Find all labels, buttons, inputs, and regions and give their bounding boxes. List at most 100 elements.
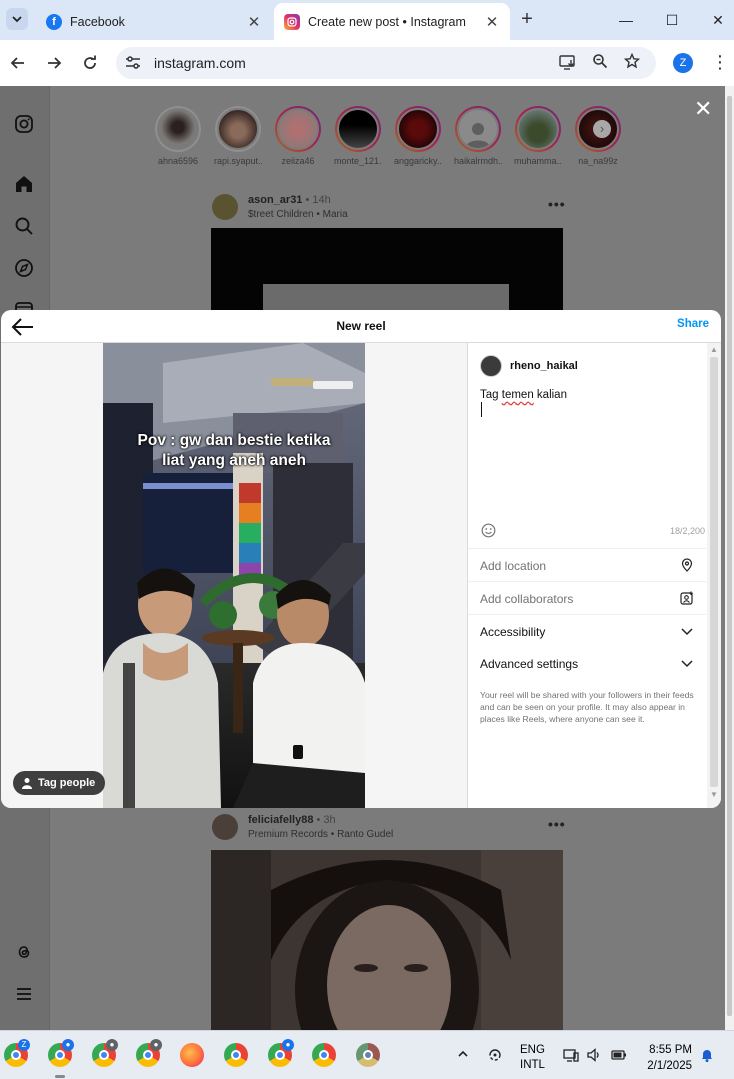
forward-button[interactable]: [42, 51, 66, 75]
close-window-button[interactable]: ✕: [706, 8, 730, 32]
story-item[interactable]: muhamma...: [514, 106, 562, 166]
story-item[interactable]: haikalrmdh...: [454, 106, 502, 166]
chrome-profile-z-icon[interactable]: Z: [4, 1039, 30, 1067]
post-media[interactable]: [211, 850, 563, 1030]
clock-time: 8:55 PM: [649, 1044, 692, 1056]
accessibility-row[interactable]: Accessibility: [468, 614, 706, 647]
story-item[interactable]: rapi.syaput...: [214, 106, 262, 166]
post-header: feliciafelly88 • 3h Premium Records • Ra…: [212, 812, 572, 842]
address-bar[interactable]: instagram.com: [116, 47, 656, 79]
arrow-right-icon: [48, 57, 62, 69]
scroll-up-arrow-icon[interactable]: ▲: [710, 346, 718, 354]
more-options-icon[interactable]: •••: [548, 816, 566, 832]
post-time: • 3h: [316, 814, 336, 826]
chevron-up-icon[interactable]: [454, 1047, 472, 1065]
panel-scrollbar[interactable]: ▲ ▼: [707, 343, 721, 808]
tag-people-button[interactable]: Tag people: [13, 771, 106, 795]
minimize-button[interactable]: —: [614, 8, 638, 32]
more-options-icon[interactable]: •••: [548, 196, 566, 212]
chrome-icon[interactable]: ●: [92, 1039, 118, 1067]
chrome-icon[interactable]: [356, 1043, 380, 1067]
menu-icon[interactable]: [14, 984, 34, 1004]
close-tab-icon[interactable]: ✕: [246, 13, 262, 31]
add-collaborators-row[interactable]: Add collaborators: [468, 581, 706, 614]
reel-video-preview[interactable]: Pov : gw dan bestie ketika liat yang ane…: [103, 343, 365, 808]
caption-textarea[interactable]: Tag temen kalian: [480, 389, 567, 401]
advanced-settings-label: Advanced settings: [480, 657, 579, 671]
advanced-settings-row[interactable]: Advanced settings: [468, 647, 706, 680]
tab-facebook[interactable]: f Facebook ✕: [36, 3, 272, 40]
volume-icon[interactable]: [585, 1047, 603, 1065]
home-icon[interactable]: [14, 174, 34, 194]
add-location-row[interactable]: Add location: [468, 548, 706, 581]
chrome-icon[interactable]: [224, 1043, 248, 1067]
tab-instagram[interactable]: Create new post • Instagram ✕: [274, 3, 510, 40]
close-icon[interactable]: ✕: [694, 98, 712, 120]
post-details-panel: rheno_haikal Tag temen kalian 18/2,200 A…: [467, 343, 721, 808]
browser-menu-icon[interactable]: ⋮: [711, 52, 729, 74]
close-tab-icon[interactable]: ✕: [484, 13, 500, 31]
keyboard-layout: INTL: [520, 1059, 545, 1071]
reload-button[interactable]: [78, 51, 102, 75]
network-sync-icon[interactable]: [486, 1047, 504, 1065]
post-time: • 14h: [305, 194, 331, 206]
instagram-logo-icon[interactable]: [14, 114, 34, 134]
search-icon[interactable]: [14, 216, 34, 236]
post-username[interactable]: ason_ar31 • 14h: [248, 194, 331, 206]
url-text[interactable]: instagram.com: [154, 55, 246, 71]
tab-strip: f Facebook ✕ Create new post • Instagram…: [0, 0, 734, 40]
scroll-thumb[interactable]: [727, 96, 732, 1016]
page-scrollbar[interactable]: [725, 86, 734, 1030]
story-item[interactable]: zeiiza46: [274, 106, 322, 166]
post-audio[interactable]: Premium Records • Ranto Gudel: [248, 829, 393, 840]
back-button[interactable]: [6, 51, 30, 75]
avatar[interactable]: [212, 194, 238, 220]
battery-icon[interactable]: [610, 1047, 628, 1065]
new-tab-button[interactable]: +: [516, 8, 538, 30]
maximize-button[interactable]: ☐: [660, 8, 684, 32]
system-clock[interactable]: 8:55 PM 2/1/2025: [636, 1042, 692, 1074]
chrome-icon[interactable]: ●: [136, 1039, 162, 1067]
story-item[interactable]: ahna6596: [154, 106, 202, 166]
threads-icon[interactable]: [14, 942, 34, 962]
tab-search-button[interactable]: [6, 8, 28, 30]
emoji-icon[interactable]: [481, 523, 496, 538]
chrome-profile-icon[interactable]: ●: [48, 1039, 74, 1067]
zoom-icon[interactable]: [590, 53, 610, 73]
post-media[interactable]: [211, 228, 563, 324]
character-count: 18/2,200: [669, 526, 705, 536]
post-audio[interactable]: $treet Children • Maria: [248, 209, 348, 220]
post-username-text: ason_ar31: [248, 194, 303, 206]
stories-next-button[interactable]: ›: [593, 120, 611, 138]
add-collaborator-icon: [680, 591, 693, 605]
story-item[interactable]: anggaricky...: [394, 106, 442, 166]
display-icon[interactable]: [562, 1047, 580, 1065]
scroll-down-arrow-icon[interactable]: ▼: [710, 791, 718, 799]
profile-badge: ●: [62, 1039, 74, 1051]
profile-avatar[interactable]: Z: [673, 53, 693, 73]
media-preview-area: Pov : gw dan bestie ketika liat yang ane…: [1, 343, 467, 808]
facebook-icon: f: [46, 13, 62, 30]
chrome-icon[interactable]: ●: [268, 1039, 294, 1067]
input-language-indicator[interactable]: ENG INTL: [520, 1043, 545, 1073]
explore-icon[interactable]: [14, 258, 34, 278]
avatar[interactable]: [212, 814, 238, 840]
post-username[interactable]: feliciafelly88 • 3h: [248, 814, 336, 826]
chrome-icon[interactable]: [312, 1043, 336, 1067]
bookmark-star-icon[interactable]: [622, 52, 642, 73]
profile-badge: Z: [18, 1039, 30, 1051]
story-avatar: [217, 108, 259, 150]
share-button[interactable]: Share: [677, 318, 709, 330]
story-username: monte_121...: [334, 156, 382, 166]
story-item[interactable]: monte_121...: [334, 106, 382, 166]
notification-bell-icon[interactable]: [698, 1047, 716, 1065]
install-app-icon[interactable]: [558, 53, 578, 73]
firefox-icon[interactable]: [180, 1043, 204, 1067]
story-avatar: [337, 108, 379, 150]
caption-misspelled-word: temen: [501, 389, 534, 401]
site-settings-icon[interactable]: [124, 54, 142, 72]
scroll-thumb[interactable]: [710, 357, 718, 787]
author-username: rheno_haikal: [510, 360, 578, 372]
new-reel-dialog: New reel Share Pov: gw dan bestie ketik…: [1, 310, 721, 808]
browser-toolbar: instagram.com Z ⋮: [0, 40, 734, 86]
